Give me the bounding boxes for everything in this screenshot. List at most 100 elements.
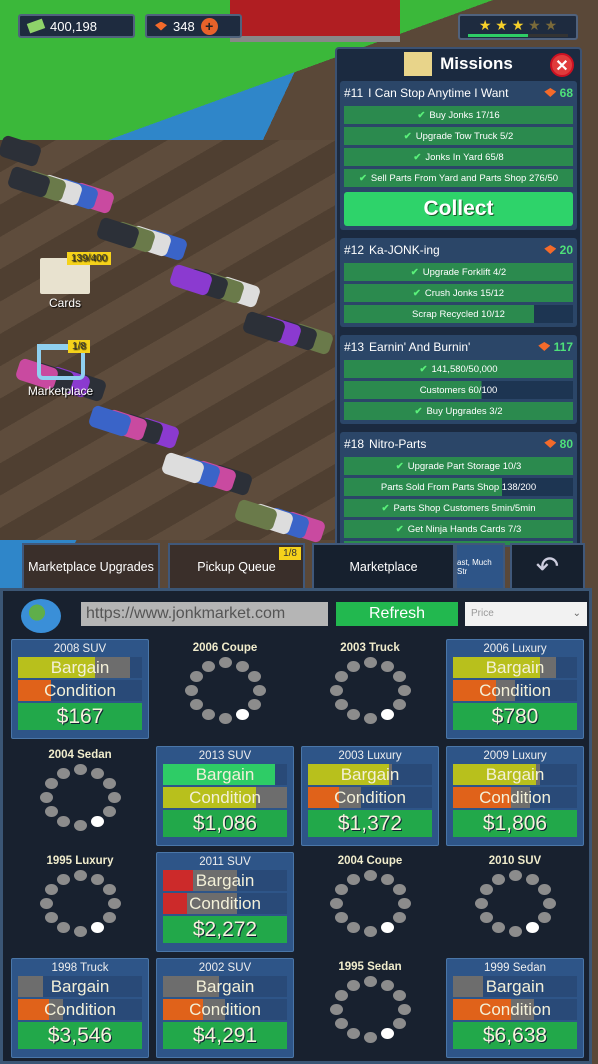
spinner-dot (538, 912, 552, 923)
mission-card: #11 I Can Stop Anytime I Want 68 ✔ Buy Jonk… (340, 81, 577, 230)
spinner-dot (202, 709, 215, 721)
listing-card[interactable]: 2003 Truck (301, 639, 439, 739)
sort-select[interactable]: Price ⌄ (465, 602, 587, 626)
spinner-dot (381, 873, 394, 885)
collect-button[interactable]: Collect (344, 192, 573, 226)
mission-reward: 68 (544, 86, 573, 100)
mission-objective: ✔ Upgrade Tow Truck 5/2 (344, 127, 573, 145)
url-bar[interactable]: https://www.jonkmarket.com (81, 602, 328, 626)
back-button[interactable]: ↶ (510, 543, 585, 588)
objective-text: Get Ninja Hands Cards 7/3 (407, 523, 522, 535)
listing-card[interactable]: 2004 Coupe (301, 852, 439, 952)
listing-card[interactable]: 2006 Coupe (156, 639, 294, 739)
listing-card[interactable]: 1995 Luxury (11, 852, 149, 952)
listing-card[interactable]: 2011 SUV Bargain Condition $2,272 (156, 852, 294, 952)
spinner-dot (248, 671, 262, 682)
bargain-bar: Bargain (163, 764, 287, 785)
condition-label: Condition (189, 1000, 261, 1019)
listing-title: 1995 Sedan (338, 961, 402, 973)
chevron-down-icon: ⌄ (572, 608, 581, 619)
missions-panel: Missions ✕ #11 I Can Stop Anytime I Want … (335, 47, 582, 547)
spinner-dot (236, 660, 249, 672)
tab-marketplace-upgrades[interactable]: Marketplace Upgrades (22, 543, 160, 588)
marketplace-map-button[interactable]: Marketplace 1/8 (18, 340, 103, 398)
listing-card[interactable]: 2006 Luxury Bargain Condition $780 (446, 639, 584, 739)
loading-spinner-icon (40, 764, 121, 844)
spinner-dot (103, 912, 117, 923)
mission-reward: 117 (538, 340, 573, 354)
listing-title: 2010 SUV (488, 855, 542, 867)
mission-name: Nitro-Parts (369, 437, 427, 451)
map-icon (404, 52, 433, 76)
back-arrow-icon: ↶ (535, 551, 560, 582)
listing-card[interactable]: 2003 Luxury Bargain Condition $1,372 (301, 746, 439, 846)
checkmark-icon: ✔ (412, 287, 421, 299)
listing-price: $1,086 (163, 810, 287, 837)
spinner-dot (381, 709, 394, 721)
close-missions-button[interactable]: ✕ (550, 53, 574, 77)
condition-bar: Condition (163, 787, 287, 808)
mission-number: #12 (344, 243, 365, 257)
add-gems-button[interactable]: + (200, 17, 218, 35)
listing-title: 2009 Luxury (483, 750, 547, 762)
bargain-label: Bargain (340, 765, 400, 784)
mission-name: Earnin' And Burnin' (369, 340, 471, 354)
spinner-dot (526, 922, 539, 934)
money-value: 400,198 (50, 18, 97, 34)
gem-icon (544, 88, 557, 97)
spinner-dot (91, 767, 104, 779)
condition-label: Condition (189, 894, 261, 913)
spinner-dot (334, 699, 348, 710)
spinner-dot (347, 979, 360, 991)
bargain-label: Bargain (195, 871, 255, 890)
objective-text: Sell Parts From Yard and Parts Shop 276/… (370, 172, 559, 184)
mission-objective: ✔ Parts Shop Customers 5min/5min (344, 499, 573, 517)
bargain-bar: Bargain (453, 657, 577, 678)
bargain-label: Bargain (50, 977, 110, 996)
parked-car (241, 310, 287, 344)
mission-objective: ✔ Jonks In Yard 65/8 (344, 148, 573, 166)
objective-text: Customers 60/100 (419, 384, 498, 396)
spinner-dot (236, 709, 249, 721)
spinner-dot (347, 1028, 360, 1040)
spinner-dot (74, 870, 87, 881)
spinner-dot (103, 806, 117, 817)
tab-ast-much-str[interactable]: ast, Much Str (455, 543, 505, 588)
spinner-dot (103, 884, 117, 895)
listing-card[interactable]: 2002 SUV Bargain Condition $4,291 (156, 958, 294, 1058)
tab-pickup-queue[interactable]: Pickup Queue 1/8 (168, 543, 305, 588)
checkmark-icon: ✔ (417, 109, 426, 121)
spinner-dot (364, 870, 377, 881)
objective-text: Buy Upgrades 3/2 (426, 405, 503, 417)
listing-price: $2,272 (163, 916, 287, 943)
star-icon: ★ (544, 17, 558, 33)
tab-marketplace[interactable]: Marketplace (312, 543, 455, 588)
listing-card[interactable]: 2008 SUV Bargain Condition $167 (11, 639, 149, 739)
listing-card[interactable]: 2009 Luxury Bargain Condition $1,806 (446, 746, 584, 846)
listing-price: $1,806 (453, 810, 577, 837)
listing-card[interactable]: 1998 Truck Bargain Condition $3,546 (11, 958, 149, 1058)
refresh-button[interactable]: Refresh (336, 602, 458, 626)
bargain-label: Bargain (485, 765, 545, 784)
spinner-dot (74, 926, 87, 937)
spinner-dot (381, 1028, 394, 1040)
spinner-dot (189, 671, 203, 682)
listing-card[interactable]: 2010 SUV (446, 852, 584, 952)
gem-icon (538, 342, 551, 351)
spinner-dot (347, 873, 360, 885)
spinner-dot (543, 898, 556, 909)
listing-card[interactable]: 1999 Sedan Bargain Condition $6,638 (446, 958, 584, 1058)
listing-card[interactable]: 1995 Sedan (301, 958, 439, 1058)
spinner-dot (398, 898, 411, 909)
missions-list[interactable]: #11 I Can Stop Anytime I Want 68 ✔ Buy Jonk… (337, 81, 580, 545)
listing-card[interactable]: 2013 SUV Bargain Condition $1,086 (156, 746, 294, 846)
condition-bar: Condition (18, 999, 142, 1020)
cards-map-button[interactable]: Cards 139/400 (20, 252, 112, 310)
condition-bar: Condition (163, 893, 287, 914)
listing-price: $6,638 (453, 1022, 577, 1049)
spinner-dot (393, 884, 407, 895)
bargain-bar: Bargain (18, 657, 142, 678)
condition-label: Condition (479, 1000, 551, 1019)
parked-car (168, 263, 214, 297)
listing-card[interactable]: 2004 Sedan (11, 746, 149, 846)
